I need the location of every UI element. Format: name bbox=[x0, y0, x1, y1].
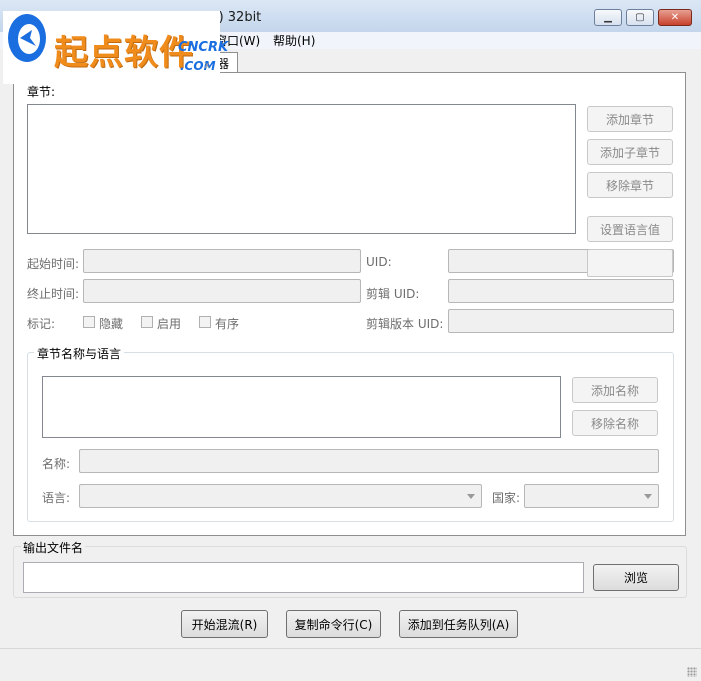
logo-text: 起点软件 bbox=[54, 33, 194, 73]
language-dropdown-icon bbox=[467, 494, 475, 499]
add-name-button[interactable]: 添加名称 bbox=[572, 377, 658, 403]
browse-button[interactable]: 浏览 bbox=[593, 564, 679, 591]
output-group-title: 输出文件名 bbox=[21, 539, 86, 556]
add-chapter-button[interactable]: 添加章节 bbox=[587, 106, 673, 132]
set-language-button[interactable]: 设置语言值 bbox=[587, 216, 673, 242]
country-label: 国家: bbox=[492, 491, 521, 505]
hidden-checkbox[interactable] bbox=[83, 316, 95, 328]
language-label: 语言: bbox=[42, 491, 71, 505]
country-dropdown-icon bbox=[644, 494, 652, 499]
segment-edition-uid-field[interactable] bbox=[448, 309, 674, 333]
uid-label: UID: bbox=[366, 255, 392, 269]
name-field[interactable] bbox=[79, 449, 659, 473]
logo-watermark-letter: x bbox=[204, 60, 210, 71]
segment-edition-uid-label: 剪辑版本 UID: bbox=[366, 317, 444, 331]
country-select[interactable] bbox=[524, 484, 659, 508]
flags-label: 标记: bbox=[27, 317, 56, 331]
copy-command-button[interactable]: 复制命令行(C) bbox=[286, 610, 381, 638]
segment-uid-label: 剪辑 UID: bbox=[366, 287, 420, 301]
close-icon: ✕ bbox=[670, 11, 680, 23]
enabled-checkbox[interactable] bbox=[141, 316, 153, 328]
name-label: 名称: bbox=[42, 457, 71, 471]
language-select[interactable] bbox=[79, 484, 482, 508]
chapters-label: 章节: bbox=[27, 85, 56, 99]
start-time-field[interactable] bbox=[83, 249, 361, 273]
end-time-field[interactable] bbox=[83, 279, 361, 303]
start-time-label: 起始时间: bbox=[27, 257, 80, 271]
enabled-checkbox-label: 启用 bbox=[157, 317, 182, 331]
menu-help[interactable]: 帮助(H) bbox=[273, 32, 315, 49]
output-filename-input[interactable] bbox=[23, 562, 584, 593]
chapter-names-group-title: 章节名称与语言 bbox=[34, 345, 125, 362]
add-to-queue-button[interactable]: 添加到任务队列(A) bbox=[399, 610, 518, 638]
window-title: ') 32bit bbox=[215, 10, 262, 25]
remove-name-button[interactable]: 移除名称 bbox=[572, 410, 658, 436]
logo-com: .COM bbox=[180, 59, 216, 73]
logo-swirl-icon bbox=[8, 14, 46, 62]
status-bar bbox=[0, 648, 701, 681]
resize-grip-icon[interactable] bbox=[687, 667, 697, 677]
remove-chapter-button[interactable]: 移除章节 bbox=[587, 172, 673, 198]
segment-uid-field[interactable] bbox=[448, 279, 674, 303]
minimize-button[interactable]: ▁ bbox=[594, 9, 622, 26]
maximize-icon: ▢ bbox=[635, 11, 645, 23]
add-sub-chapter-button[interactable]: 添加子章节 bbox=[587, 139, 673, 165]
ordered-checkbox[interactable] bbox=[199, 316, 211, 328]
chapter-names-list[interactable] bbox=[42, 376, 561, 438]
ordered-checkbox-label: 有序 bbox=[215, 317, 240, 331]
logo-cncrk: CNCRK bbox=[178, 40, 229, 55]
start-mux-button[interactable]: 开始混流(R) bbox=[181, 610, 268, 638]
hidden-checkbox-label: 隐藏 bbox=[99, 317, 124, 331]
minimize-icon: ▁ bbox=[604, 11, 612, 23]
chapter-tree[interactable] bbox=[27, 104, 576, 234]
end-time-label: 终止时间: bbox=[27, 287, 80, 301]
close-button[interactable]: ✕ bbox=[658, 9, 692, 26]
maximize-button[interactable]: ▢ bbox=[626, 9, 654, 26]
unlabeled-button[interactable] bbox=[587, 249, 673, 277]
